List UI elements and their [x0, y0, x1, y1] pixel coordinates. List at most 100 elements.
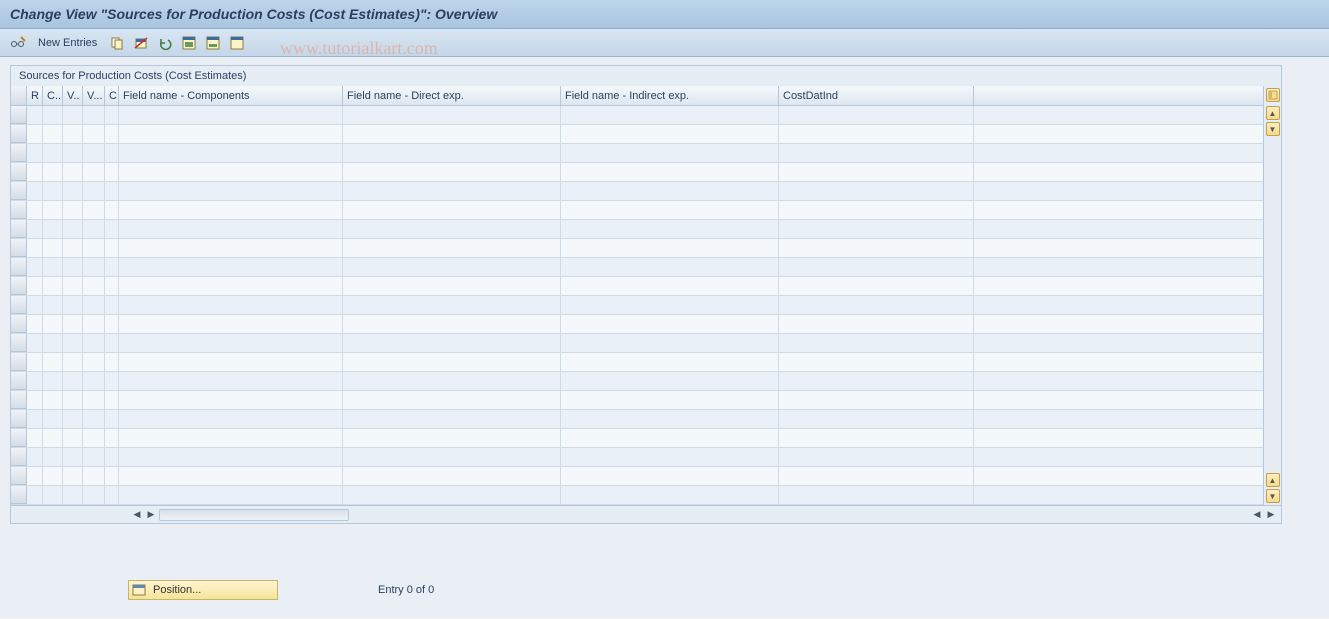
cell-c1[interactable] — [43, 220, 63, 238]
cell-components[interactable] — [119, 410, 343, 428]
cell-direct[interactable] — [343, 429, 561, 447]
scroll-right-icon[interactable]: ◀ — [1251, 509, 1263, 521]
cell-direct[interactable] — [343, 201, 561, 219]
row-selector[interactable] — [11, 429, 27, 447]
cell-v1[interactable] — [63, 182, 83, 200]
cell-v1[interactable] — [63, 277, 83, 295]
copy-as-button[interactable] — [107, 33, 127, 53]
cell-direct[interactable] — [343, 258, 561, 276]
cell-costdat[interactable] — [779, 258, 974, 276]
cell-v2[interactable] — [83, 296, 105, 314]
cell-v2[interactable] — [83, 391, 105, 409]
cell-components[interactable] — [119, 334, 343, 352]
cell-c1[interactable] — [43, 334, 63, 352]
row-selector[interactable] — [11, 144, 27, 162]
cell-v2[interactable] — [83, 448, 105, 466]
cell-c2[interactable] — [105, 486, 119, 504]
table-row[interactable] — [11, 258, 1263, 277]
column-header-c2[interactable]: C — [105, 86, 119, 105]
cell-indirect[interactable] — [561, 410, 779, 428]
cell-c1[interactable] — [43, 448, 63, 466]
table-row[interactable] — [11, 448, 1263, 467]
cell-costdat[interactable] — [779, 410, 974, 428]
column-header-selector[interactable] — [11, 86, 27, 105]
cell-c2[interactable] — [105, 296, 119, 314]
cell-components[interactable] — [119, 391, 343, 409]
cell-components[interactable] — [119, 315, 343, 333]
cell-indirect[interactable] — [561, 277, 779, 295]
select-block-button[interactable] — [203, 33, 223, 53]
scroll-down-page-icon[interactable]: ▼ — [1266, 489, 1280, 503]
cell-c2[interactable] — [105, 125, 119, 143]
cell-indirect[interactable] — [561, 258, 779, 276]
row-selector[interactable] — [11, 334, 27, 352]
cell-indirect[interactable] — [561, 448, 779, 466]
cell-costdat[interactable] — [779, 144, 974, 162]
cell-r[interactable] — [27, 182, 43, 200]
cell-direct[interactable] — [343, 163, 561, 181]
cell-indirect[interactable] — [561, 334, 779, 352]
cell-r[interactable] — [27, 296, 43, 314]
cell-c1[interactable] — [43, 372, 63, 390]
cell-indirect[interactable] — [561, 353, 779, 371]
cell-v2[interactable] — [83, 201, 105, 219]
cell-r[interactable] — [27, 144, 43, 162]
cell-indirect[interactable] — [561, 391, 779, 409]
cell-c1[interactable] — [43, 106, 63, 124]
cell-v1[interactable] — [63, 467, 83, 485]
cell-c2[interactable] — [105, 144, 119, 162]
cell-r[interactable] — [27, 163, 43, 181]
cell-indirect[interactable] — [561, 106, 779, 124]
row-selector[interactable] — [11, 353, 27, 371]
cell-direct[interactable] — [343, 334, 561, 352]
cell-c1[interactable] — [43, 353, 63, 371]
table-row[interactable] — [11, 353, 1263, 372]
row-selector[interactable] — [11, 315, 27, 333]
cell-components[interactable] — [119, 220, 343, 238]
row-selector[interactable] — [11, 296, 27, 314]
cell-r[interactable] — [27, 201, 43, 219]
cell-components[interactable] — [119, 201, 343, 219]
cell-costdat[interactable] — [779, 220, 974, 238]
cell-v2[interactable] — [83, 429, 105, 447]
cell-c1[interactable] — [43, 258, 63, 276]
grid-horizontal-scrollbar[interactable]: ◀ ▶ ◀ ▶ — [11, 505, 1281, 523]
cell-indirect[interactable] — [561, 372, 779, 390]
cell-indirect[interactable] — [561, 220, 779, 238]
table-row[interactable] — [11, 334, 1263, 353]
cell-costdat[interactable] — [779, 163, 974, 181]
cell-components[interactable] — [119, 372, 343, 390]
cell-direct[interactable] — [343, 391, 561, 409]
cell-costdat[interactable] — [779, 353, 974, 371]
table-row[interactable] — [11, 239, 1263, 258]
cell-c2[interactable] — [105, 220, 119, 238]
cell-v1[interactable] — [63, 353, 83, 371]
cell-direct[interactable] — [343, 315, 561, 333]
cell-c1[interactable] — [43, 410, 63, 428]
cell-r[interactable] — [27, 220, 43, 238]
cell-costdat[interactable] — [779, 391, 974, 409]
cell-r[interactable] — [27, 391, 43, 409]
cell-components[interactable] — [119, 429, 343, 447]
table-row[interactable] — [11, 429, 1263, 448]
table-row[interactable] — [11, 315, 1263, 334]
cell-direct[interactable] — [343, 144, 561, 162]
cell-v1[interactable] — [63, 315, 83, 333]
cell-direct[interactable] — [343, 182, 561, 200]
table-row[interactable] — [11, 296, 1263, 315]
cell-v2[interactable] — [83, 277, 105, 295]
cell-costdat[interactable] — [779, 182, 974, 200]
column-header-components[interactable]: Field name - Components — [119, 86, 343, 105]
scroll-up-icon[interactable]: ▲ — [1266, 106, 1280, 120]
cell-v1[interactable] — [63, 429, 83, 447]
cell-direct[interactable] — [343, 448, 561, 466]
cell-components[interactable] — [119, 353, 343, 371]
column-header-v1[interactable]: V.. — [63, 86, 83, 105]
cell-r[interactable] — [27, 429, 43, 447]
cell-costdat[interactable] — [779, 201, 974, 219]
table-row[interactable] — [11, 277, 1263, 296]
cell-r[interactable] — [27, 258, 43, 276]
cell-direct[interactable] — [343, 467, 561, 485]
scroll-first-icon[interactable]: ◀ — [131, 509, 143, 521]
cell-v2[interactable] — [83, 334, 105, 352]
